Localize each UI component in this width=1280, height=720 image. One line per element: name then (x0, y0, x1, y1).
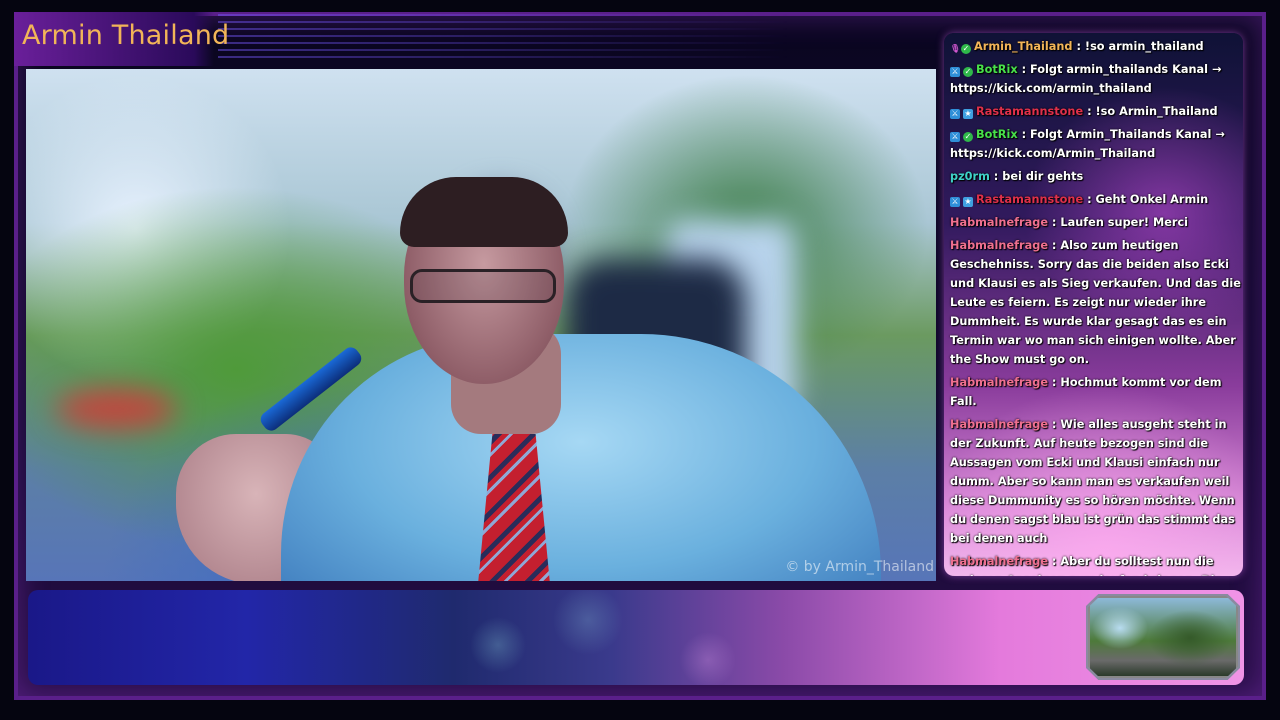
moderator-icon: ⚔ (950, 197, 960, 207)
chat-message: Habmalnefrage : Aber du solltest nun die… (950, 552, 1241, 576)
chat-separator: : (1048, 239, 1061, 252)
chat-username[interactable]: pz0rm (950, 170, 990, 183)
webcam-video: © by Armin_Thailand (26, 69, 936, 581)
channel-title: Armin Thailand (22, 20, 230, 51)
person-hair (400, 177, 568, 247)
verified-icon: ✓ (963, 132, 973, 142)
chat-username[interactable]: Habmalnefrage (950, 239, 1048, 252)
mic-icon: 🎙 (950, 44, 961, 53)
chat-separator: : (1017, 128, 1031, 141)
chat-username[interactable]: Rastamannstone (976, 193, 1083, 206)
chat-separator: : (1048, 216, 1061, 229)
chat-message: ⚔ ✓ BotRix : Folgt armin_thailands Kanal →… (950, 60, 1241, 98)
chat-text: Wie alles ausgeht steht in der Zukunft. … (950, 418, 1235, 545)
chat-username[interactable]: Habmalnefrage (950, 216, 1048, 229)
chat-message: pz0rm : bei dir gehts (950, 167, 1241, 186)
chat-username[interactable]: Habmalnefrage (950, 418, 1048, 431)
verified-icon: ✓ (963, 67, 973, 77)
chat-username[interactable]: Habmalnefrage (950, 555, 1048, 568)
chat-text: Geht Onkel Armin (1095, 193, 1209, 206)
chat-message: ⚔ ★ Rastamannstone : !so Armin_Thailand (950, 102, 1241, 121)
bottom-banner (28, 590, 1244, 685)
chat-separator: : (1083, 193, 1096, 206)
chat-message: Habmalnefrage : Hochmut kommt vor dem Fa… (950, 373, 1241, 411)
moderator-icon: ⚔ (950, 132, 960, 142)
video-watermark: © by Armin_Thailand (785, 559, 934, 575)
chat-message: 🎙 ✓ Armin_Thailand : !so armin_thailand (950, 37, 1241, 56)
chat-text: bei dir gehts (1002, 170, 1084, 183)
chat-text: !so Armin_Thailand (1095, 105, 1218, 118)
subscriber-icon: ★ (963, 109, 973, 119)
chat-username[interactable]: Armin_Thailand (974, 40, 1073, 53)
chat-separator: : (1048, 418, 1061, 431)
scene-thumbnail (1088, 596, 1238, 678)
chat-username[interactable]: Rastamannstone (976, 105, 1083, 118)
chat-message: Habmalnefrage : Wie alles ausgeht steht … (950, 415, 1241, 548)
chat-separator: : (1072, 40, 1085, 53)
moderator-icon: ⚔ (950, 109, 960, 119)
chat-username[interactable]: BotRix (976, 63, 1018, 76)
chat-separator: : (1017, 63, 1031, 76)
chat-separator: : (1083, 105, 1096, 118)
chat-panel[interactable]: 🎙 ✓ Armin_Thailand : !so armin_thailand ⚔ ✓ B… (944, 33, 1243, 576)
background-blur (56, 389, 176, 429)
subscriber-icon: ★ (963, 197, 973, 207)
chat-message: Habmalnefrage : Laufen super! Merci (950, 213, 1241, 232)
moderator-icon: ⚔ (950, 67, 960, 77)
chat-text: !so armin_thailand (1084, 40, 1204, 53)
chat-text: Also zum heutigen Geschehniss. Sorry das… (950, 239, 1241, 366)
chat-separator: : (989, 170, 1003, 183)
verified-icon: ✓ (961, 44, 971, 54)
chat-message: ⚔ ✓ BotRix : Folgt Armin_Thailands Kanal →… (950, 125, 1241, 163)
chat-text: Laufen super! Merci (1060, 216, 1189, 229)
chat-separator: : (1048, 376, 1061, 389)
chat-username[interactable]: Habmalnefrage (950, 376, 1048, 389)
chat-separator: : (1048, 555, 1061, 568)
glasses-shape (410, 269, 556, 303)
chat-username[interactable]: BotRix (976, 128, 1018, 141)
chat-message: Habmalnefrage : Also zum heutigen Gesche… (950, 236, 1241, 369)
chat-message: ⚔ ★ Rastamannstone : Geht Onkel Armin (950, 190, 1241, 209)
